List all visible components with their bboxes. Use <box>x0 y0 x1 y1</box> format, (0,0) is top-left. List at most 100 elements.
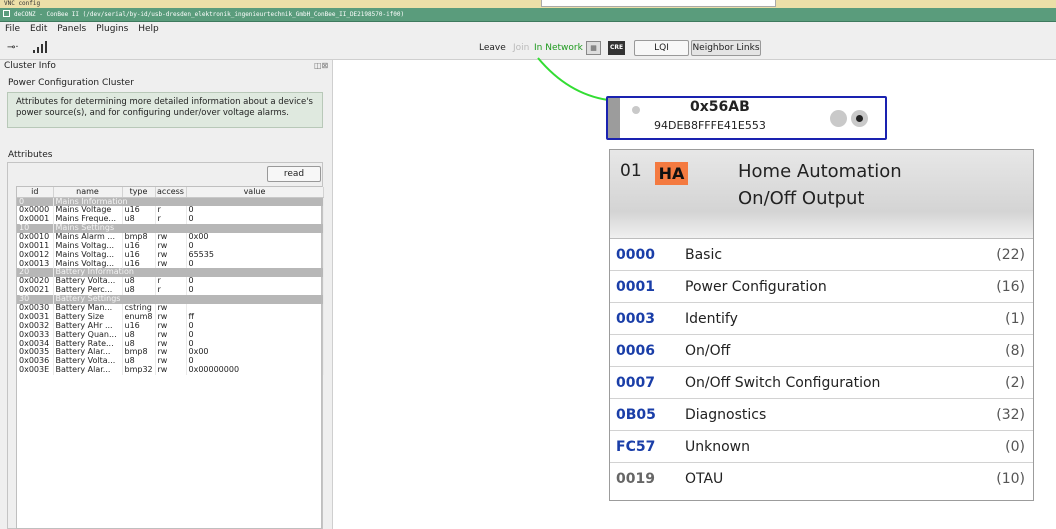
cluster-row[interactable]: FC57 Unknown (0) <box>610 431 1033 463</box>
col-header-id[interactable]: id <box>17 187 54 198</box>
cluster-row[interactable]: 0007 On/Off Switch Configuration (2) <box>610 367 1033 399</box>
node-card[interactable]: 0x56AB 94DEB8FFFE41E553 <box>606 96 887 140</box>
link-curve <box>537 57 609 101</box>
signal-bars-icon[interactable] <box>33 40 48 57</box>
attribute-id: 0x0001 <box>17 214 54 224</box>
attribute-section-row[interactable]: 20 Battery Information <box>17 268 324 278</box>
endpoint-header: 01 HA Home Automation On/Off Output <box>610 150 1033 239</box>
cluster-attr-count: (32) <box>996 407 1025 423</box>
cluster-attr-count: (10) <box>996 471 1025 487</box>
attribute-name: Mains Information <box>53 197 324 206</box>
attribute-row[interactable]: 0x0035 Battery Alar... bmp8 rw 0x00 <box>17 348 324 358</box>
attribute-id: 0x0030 <box>17 303 54 313</box>
attribute-value: 0 <box>186 339 324 349</box>
attribute-name: Battery Volta... <box>53 277 123 287</box>
node-endpoint-selected-button[interactable] <box>851 110 868 127</box>
cluster-attr-count: (8) <box>1005 343 1025 359</box>
attribute-access: rw <box>155 330 187 340</box>
attribute-section-row[interactable]: 10 Mains Settings <box>17 223 324 233</box>
attribute-row[interactable]: 0x0036 Battery Volta... u8 rw 0 <box>17 357 324 367</box>
cluster-row[interactable]: 0006 On/Off (8) <box>610 335 1033 367</box>
attribute-id: 0x0020 <box>17 277 54 287</box>
window-title-bar: deCONZ - ConBee II (/dev/serial/by-id/us… <box>0 8 1056 22</box>
attribute-access: r <box>155 277 187 287</box>
attribute-value: 0x00000000 <box>186 366 324 375</box>
attribute-row[interactable]: 0x0032 Battery AHr ... u16 rw 0 <box>17 321 324 331</box>
cluster-attr-count: (2) <box>1005 375 1025 391</box>
leave-button[interactable]: Leave <box>479 43 506 53</box>
attribute-name: Mains Freque... <box>53 214 123 224</box>
attribute-value: 0 <box>186 206 324 215</box>
attribute-row[interactable]: 0x0021 Battery Perc... u8 r 0 <box>17 286 324 295</box>
attribute-access: rw <box>155 303 187 313</box>
cluster-row[interactable]: 0003 Identify (1) <box>610 303 1033 335</box>
attribute-row[interactable]: 0x0034 Battery Rate... u8 rw 0 <box>17 339 324 349</box>
cluster-row[interactable]: 0019 OTAU (10) <box>610 463 1033 495</box>
attribute-name: Battery Size <box>53 312 123 322</box>
endpoint-number: 01 <box>620 161 642 181</box>
attribute-name: Mains Voltage <box>53 206 123 215</box>
attribute-row[interactable]: 0x0000 Mains Voltage u16 r 0 <box>17 206 324 215</box>
cluster-row[interactable]: 0001 Power Configuration (16) <box>610 271 1033 303</box>
neighbor-links-button[interactable]: Neighbor Links <box>691 40 761 56</box>
attribute-section-row[interactable]: 30 Battery Settings <box>17 294 324 304</box>
menu-edit[interactable]: Edit <box>30 24 47 34</box>
attribute-id: 0x0012 <box>17 250 54 260</box>
col-header-type[interactable]: type <box>122 187 156 198</box>
connect-plug-icon[interactable]: ⊸· <box>7 42 19 53</box>
attribute-value <box>186 303 324 313</box>
attribute-row[interactable]: 0x0001 Mains Freque... u8 r 0 <box>17 214 324 224</box>
attribute-id: 0x0035 <box>17 348 54 358</box>
lqi-button[interactable]: LQI <box>634 40 689 56</box>
vnc-config-bar: VNC config <box>0 0 1056 8</box>
cluster-name: Unknown <box>685 439 750 455</box>
cre-button[interactable]: CRE <box>608 41 625 55</box>
attribute-type: u16 <box>122 241 156 251</box>
col-header-name[interactable]: name <box>53 187 123 198</box>
attribute-type: bmp8 <box>122 232 156 242</box>
attribute-type: enum8 <box>122 312 156 322</box>
attribute-row[interactable]: 0x0010 Mains Alarm ... bmp8 rw 0x00 <box>17 232 324 242</box>
attribute-section-row[interactable]: 0 Mains Information <box>17 197 324 206</box>
attribute-row[interactable]: 0x0013 Mains Voltag... u16 rw 0 <box>17 259 324 269</box>
menu-bar: File Edit Panels Plugins Help <box>0 22 1056 36</box>
toolbar: ⊸· Leave Join In Network ▦ CRE LQI Neigh… <box>0 36 1056 60</box>
cluster-row[interactable]: 0B05 Diagnostics (32) <box>610 399 1033 431</box>
attribute-row[interactable]: 0x003E Battery Alar... bmp32 rw 0x00000000 <box>17 366 324 375</box>
attributes-table[interactable]: id name type access value 0 Mains Informa… <box>16 186 324 529</box>
attribute-row[interactable]: 0x0012 Mains Voltag... u16 rw 65535 <box>17 250 324 260</box>
attribute-name: Battery Information <box>53 268 324 278</box>
attribute-id: 0x0032 <box>17 321 54 331</box>
vnc-title: VNC config <box>4 0 41 7</box>
attribute-name: Mains Voltag... <box>53 241 123 251</box>
attribute-row[interactable]: 0x0020 Battery Volta... u8 r 0 <box>17 277 324 287</box>
attribute-access: rw <box>155 250 187 260</box>
menu-plugins[interactable]: Plugins <box>96 24 128 34</box>
attribute-id: 20 <box>17 268 54 278</box>
attribute-access: rw <box>155 241 187 251</box>
menu-file[interactable]: File <box>5 24 20 34</box>
attribute-row[interactable]: 0x0011 Mains Voltag... u16 rw 0 <box>17 241 324 251</box>
attribute-id: 30 <box>17 294 54 304</box>
join-button[interactable]: Join <box>513 43 529 53</box>
col-header-access[interactable]: access <box>155 187 187 198</box>
attribute-type: u16 <box>122 250 156 260</box>
menu-panels[interactable]: Panels <box>57 24 86 34</box>
attribute-row[interactable]: 0x0030 Battery Man... cstring rw <box>17 303 324 313</box>
cluster-row[interactable]: 0000 Basic (22) <box>610 239 1033 271</box>
zone-icon[interactable]: ▦ <box>586 41 601 55</box>
node-endpoint-button[interactable] <box>830 110 847 127</box>
panel-float-close-icons[interactable]: ◫⊠ <box>314 61 328 70</box>
menu-help[interactable]: Help <box>138 24 159 34</box>
col-header-value[interactable]: value <box>186 187 324 198</box>
attribute-value: 0x00 <box>186 232 324 242</box>
node-strip <box>608 98 620 138</box>
attribute-id: 0x0010 <box>17 232 54 242</box>
attribute-row[interactable]: 0x0033 Battery Quan... u8 rw 0 <box>17 330 324 340</box>
cluster-name: Diagnostics <box>685 407 767 423</box>
attribute-access: r <box>155 206 187 215</box>
window-menu-icon[interactable] <box>3 10 10 17</box>
cluster-name: On/Off <box>685 343 731 359</box>
read-button[interactable]: read <box>267 166 321 182</box>
attribute-row[interactable]: 0x0031 Battery Size enum8 rw ff <box>17 312 324 322</box>
